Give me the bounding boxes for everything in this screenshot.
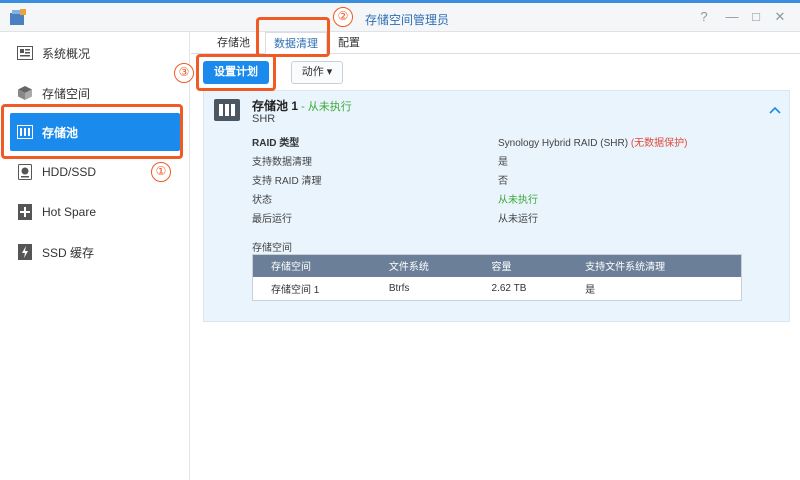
- no-protection-warning: (无数据保护): [630, 138, 688, 149]
- sidebar-item-label: 系统概况: [42, 46, 91, 61]
- pool-status: - 从未执行: [298, 101, 352, 113]
- table-cell: 是: [585, 284, 596, 296]
- detail-value: Synology Hybrid RAID (SHR) (无数据保护): [498, 134, 687, 149]
- hdd-icon: [16, 164, 34, 180]
- table-cell: Btrfs: [388, 282, 410, 294]
- collapse-chevron-icon[interactable]: [769, 103, 781, 117]
- highlight-box-data-scrubbing-tab: [256, 17, 330, 57]
- table-row[interactable]: 存储空间 1 Btrfs 2.62 TB 是: [253, 277, 742, 301]
- hot-spare-icon: [16, 204, 34, 220]
- table-cell: 存储空间 1: [271, 284, 320, 296]
- tab-storage-pool[interactable]: 存储池: [209, 32, 258, 54]
- annotation-number-1: ①: [151, 162, 171, 182]
- volume-icon: [16, 85, 34, 101]
- storage-pool-icon: [214, 99, 240, 121]
- window-title: 存储空间管理员: [365, 13, 450, 27]
- pool-title: 存储池 1 - 从未执行: [252, 97, 352, 114]
- sidebar: 系统概况 存储空间 存储池 HDD/SSD Hot Spare SSD 缓存: [0, 32, 190, 480]
- column-header[interactable]: 存储空间: [252, 254, 371, 277]
- close-icon[interactable]: ✕: [770, 8, 790, 26]
- volumes-label: 存储空间: [252, 243, 292, 254]
- table-header-row: 存储空间 文件系统 容量 支持文件系统清理: [252, 254, 742, 277]
- help-icon[interactable]: ?: [694, 8, 714, 26]
- sidebar-item-label: Hot Spare: [42, 205, 97, 219]
- storage-manager-app-icon: [10, 9, 26, 25]
- volume-table: 存储空间 文件系统 容量 支持文件系统清理 存储空间 1 Btrfs 2.62 …: [252, 254, 742, 301]
- minimize-icon[interactable]: —: [722, 8, 742, 26]
- sidebar-item-label: SSD 缓存: [42, 245, 95, 260]
- highlight-box-set-schedule: [196, 54, 276, 91]
- sidebar-item-label: HDD/SSD: [42, 165, 97, 179]
- highlight-box-storage-pool: [1, 104, 183, 159]
- column-header[interactable]: 支持文件系统清理: [567, 254, 742, 277]
- detail-value: 否: [498, 176, 508, 187]
- annotation-number-3: ③: [174, 63, 194, 83]
- ssd-cache-icon: [16, 244, 34, 260]
- overview-icon: [16, 45, 34, 61]
- pool-type: SHR: [252, 113, 276, 125]
- column-header[interactable]: 容量: [473, 254, 568, 277]
- sidebar-item-hot-spare[interactable]: Hot Spare: [10, 193, 180, 231]
- detail-value: 是: [498, 157, 508, 168]
- raid-type-value: Synology Hybrid RAID (SHR): [498, 138, 631, 149]
- action-dropdown-button[interactable]: 动作 ▾: [291, 61, 343, 84]
- detail-key: RAID 类型: [252, 138, 300, 149]
- table-cell: 2.62 TB: [491, 282, 527, 294]
- column-header[interactable]: 文件系统: [370, 254, 474, 277]
- sidebar-item-label: 存储空间: [42, 86, 91, 101]
- sidebar-item-overview[interactable]: 系统概况: [10, 34, 180, 72]
- storage-pool-panel: 存储池 1 - 从未执行 SHR RAID 类型 Synology Hybrid…: [203, 90, 790, 322]
- title-bar: 存储空间管理员 ? — □ ✕: [0, 0, 800, 32]
- detail-key: 支持 RAID 清理: [252, 176, 322, 187]
- tab-config[interactable]: 配置: [330, 32, 368, 54]
- sidebar-item-ssd-cache[interactable]: SSD 缓存: [10, 233, 180, 271]
- detail-value: 从未执行: [498, 195, 538, 206]
- detail-value: 从未运行: [498, 214, 538, 225]
- pool-name: 存储池 1: [252, 99, 299, 113]
- detail-key: 支持数据清理: [252, 157, 312, 168]
- detail-key: 状态: [252, 195, 272, 206]
- detail-key: 最后运行: [252, 214, 292, 225]
- annotation-number-2: ②: [333, 7, 353, 27]
- maximize-icon[interactable]: □: [746, 8, 766, 26]
